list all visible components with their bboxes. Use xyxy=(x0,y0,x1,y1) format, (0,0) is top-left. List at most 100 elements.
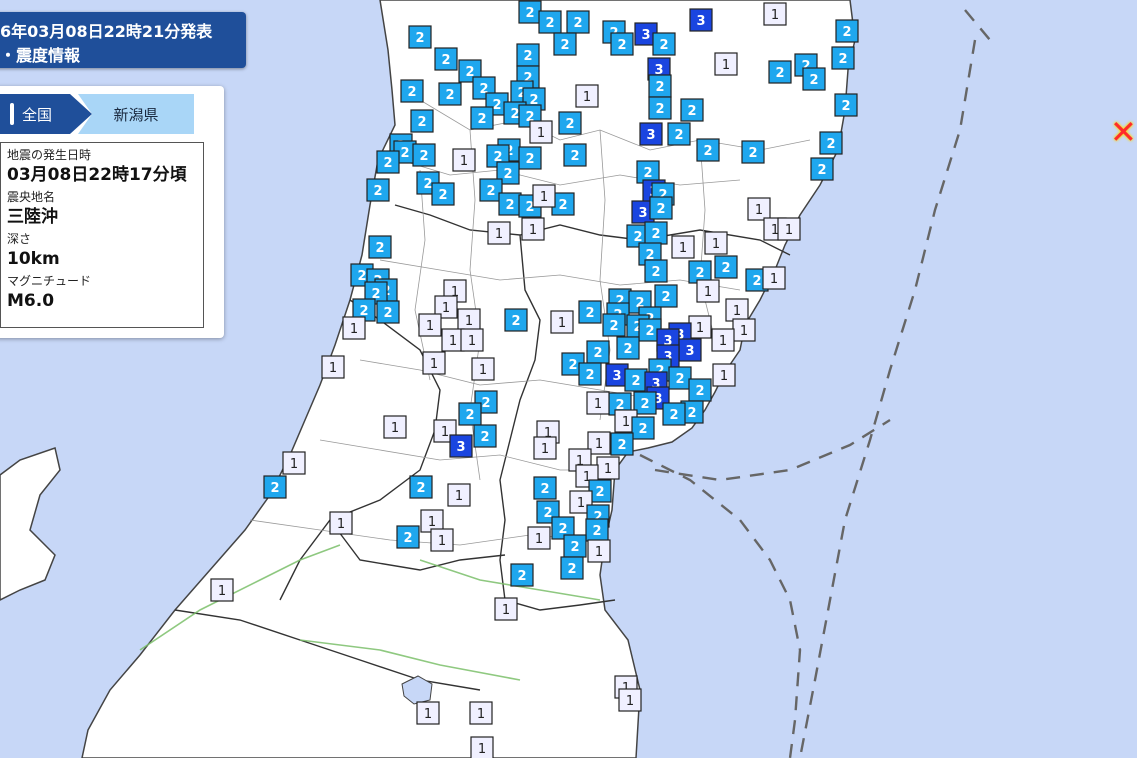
intensity-1-marker[interactable]: 1 xyxy=(587,539,611,563)
intensity-1-marker[interactable]: 1 xyxy=(494,597,518,621)
intensity-2-marker[interactable]: 2 xyxy=(654,284,678,308)
intensity-2-marker[interactable]: 2 xyxy=(768,60,792,84)
intensity-2-marker[interactable]: 2 xyxy=(696,138,720,162)
intensity-1-marker[interactable]: 1 xyxy=(460,328,484,352)
intensity-2-marker[interactable]: 2 xyxy=(470,106,494,130)
intensity-2-marker[interactable]: 2 xyxy=(624,368,648,392)
intensity-2-marker[interactable]: 2 xyxy=(586,340,610,364)
intensity-1-marker[interactable]: 1 xyxy=(457,308,481,332)
intensity-2-marker[interactable]: 2 xyxy=(688,378,712,402)
intensity-1-marker[interactable]: 1 xyxy=(418,313,442,337)
intensity-1-marker[interactable]: 1 xyxy=(383,415,407,439)
intensity-1-marker[interactable]: 1 xyxy=(342,316,366,340)
intensity-3-marker[interactable]: 3 xyxy=(689,8,713,32)
intensity-1-marker[interactable]: 1 xyxy=(725,298,749,322)
intensity-2-marker[interactable]: 2 xyxy=(578,362,602,386)
intensity-2-marker[interactable]: 2 xyxy=(376,300,400,324)
intensity-2-marker[interactable]: 2 xyxy=(438,82,462,106)
intensity-1-marker[interactable]: 1 xyxy=(329,511,353,535)
intensity-1-marker[interactable]: 1 xyxy=(714,52,738,76)
intensity-1-marker[interactable]: 1 xyxy=(763,2,787,26)
intensity-1-marker[interactable]: 1 xyxy=(732,318,756,342)
intensity-2-marker[interactable]: 2 xyxy=(458,402,482,426)
intensity-2-marker[interactable]: 2 xyxy=(518,146,542,170)
intensity-1-marker[interactable]: 1 xyxy=(532,184,556,208)
intensity-1-marker[interactable]: 1 xyxy=(452,148,476,172)
intensity-2-marker[interactable]: 2 xyxy=(409,475,433,499)
intensity-2-marker[interactable]: 2 xyxy=(741,140,765,164)
intensity-2-marker[interactable]: 2 xyxy=(434,47,458,71)
intensity-2-marker[interactable]: 2 xyxy=(610,432,634,456)
intensity-2-marker[interactable]: 2 xyxy=(504,308,528,332)
intensity-2-marker[interactable]: 2 xyxy=(835,19,859,43)
intensity-1-marker[interactable]: 1 xyxy=(696,279,720,303)
intensity-2-marker[interactable]: 2 xyxy=(563,534,587,558)
epicenter-x-icon[interactable]: ✕ xyxy=(1110,114,1137,150)
intensity-2-marker[interactable]: 2 xyxy=(662,402,686,426)
intensity-1-marker[interactable]: 1 xyxy=(747,197,771,221)
intensity-2-marker[interactable]: 2 xyxy=(516,43,540,67)
intensity-2-marker[interactable]: 2 xyxy=(652,32,676,56)
intensity-1-marker[interactable]: 1 xyxy=(618,688,642,712)
intensity-3-marker[interactable]: 3 xyxy=(449,434,473,458)
intensity-1-marker[interactable]: 1 xyxy=(688,315,712,339)
intensity-1-marker[interactable]: 1 xyxy=(550,310,574,334)
intensity-2-marker[interactable]: 2 xyxy=(560,556,584,580)
intensity-1-marker[interactable]: 1 xyxy=(671,235,695,259)
intensity-2-marker[interactable]: 2 xyxy=(498,192,522,216)
intensity-1-marker[interactable]: 1 xyxy=(282,451,306,475)
intensity-2-marker[interactable]: 2 xyxy=(668,366,692,390)
intensity-2-marker[interactable]: 2 xyxy=(648,96,672,120)
intensity-1-marker[interactable]: 1 xyxy=(529,120,553,144)
intensity-1-marker[interactable]: 1 xyxy=(586,391,610,415)
intensity-3-marker[interactable]: 3 xyxy=(639,122,663,146)
intensity-2-marker[interactable]: 2 xyxy=(585,518,609,542)
intensity-2-marker[interactable]: 2 xyxy=(644,259,668,283)
intensity-2-marker[interactable]: 2 xyxy=(263,475,287,499)
intensity-1-marker[interactable]: 1 xyxy=(416,701,440,725)
intensity-1-marker[interactable]: 1 xyxy=(762,266,786,290)
intensity-2-marker[interactable]: 2 xyxy=(819,131,843,155)
intensity-1-marker[interactable]: 1 xyxy=(487,221,511,245)
intensity-2-marker[interactable]: 2 xyxy=(834,93,858,117)
intensity-2-marker[interactable]: 2 xyxy=(649,196,673,220)
intensity-2-marker[interactable]: 2 xyxy=(648,74,672,98)
intensity-2-marker[interactable]: 2 xyxy=(410,109,434,133)
intensity-2-marker[interactable]: 2 xyxy=(578,300,602,324)
intensity-2-marker[interactable]: 2 xyxy=(366,178,390,202)
intensity-2-marker[interactable]: 2 xyxy=(810,157,834,181)
intensity-1-marker[interactable]: 1 xyxy=(471,357,495,381)
intensity-1-marker[interactable]: 1 xyxy=(596,456,620,480)
intensity-3-marker[interactable]: 3 xyxy=(678,338,702,362)
intensity-2-marker[interactable]: 2 xyxy=(533,476,557,500)
intensity-2-marker[interactable]: 2 xyxy=(558,111,582,135)
intensity-1-marker[interactable]: 1 xyxy=(469,701,493,725)
intensity-1-marker[interactable]: 1 xyxy=(470,736,494,758)
intensity-2-marker[interactable]: 2 xyxy=(553,32,577,56)
intensity-1-marker[interactable]: 1 xyxy=(447,483,471,507)
intensity-2-marker[interactable]: 2 xyxy=(538,10,562,34)
intensity-2-marker[interactable]: 2 xyxy=(566,10,590,34)
intensity-1-marker[interactable]: 1 xyxy=(422,351,446,375)
intensity-2-marker[interactable]: 2 xyxy=(518,0,542,24)
intensity-2-marker[interactable]: 2 xyxy=(400,79,424,103)
intensity-2-marker[interactable]: 2 xyxy=(396,525,420,549)
tab-all[interactable]: 全国 xyxy=(0,94,70,134)
intensity-2-marker[interactable]: 2 xyxy=(831,46,855,70)
intensity-1-marker[interactable]: 1 xyxy=(704,231,728,255)
intensity-2-marker[interactable]: 2 xyxy=(610,32,634,56)
intensity-1-marker[interactable]: 1 xyxy=(430,528,454,552)
intensity-1-marker[interactable]: 1 xyxy=(521,217,545,241)
intensity-1-marker[interactable]: 1 xyxy=(533,436,557,460)
intensity-2-marker[interactable]: 2 xyxy=(368,235,392,259)
intensity-2-marker[interactable]: 2 xyxy=(473,424,497,448)
intensity-1-marker[interactable]: 1 xyxy=(321,355,345,379)
intensity-2-marker[interactable]: 2 xyxy=(644,221,668,245)
intensity-2-marker[interactable]: 2 xyxy=(631,416,655,440)
intensity-1-marker[interactable]: 1 xyxy=(575,84,599,108)
intensity-2-marker[interactable]: 2 xyxy=(616,336,640,360)
intensity-1-marker[interactable]: 1 xyxy=(527,526,551,550)
intensity-1-marker[interactable]: 1 xyxy=(711,328,735,352)
intensity-2-marker[interactable]: 2 xyxy=(667,122,691,146)
intensity-2-marker[interactable]: 2 xyxy=(563,143,587,167)
